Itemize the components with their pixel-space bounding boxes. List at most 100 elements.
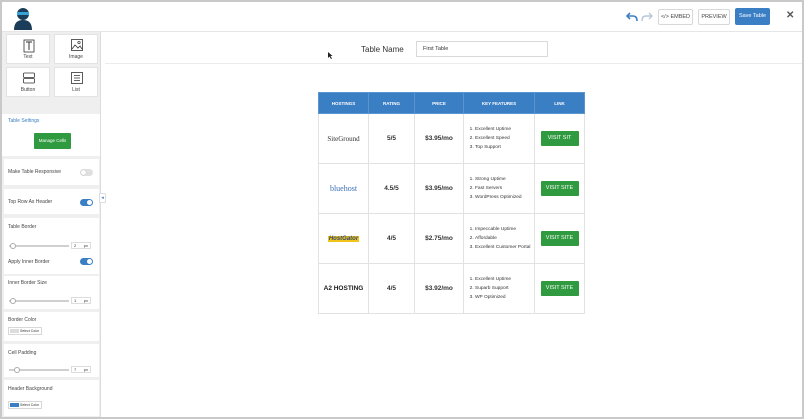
unit-label: px [83,367,88,372]
visit-site-button[interactable]: VISIT SITE [540,231,579,246]
collapse-sidebar-icon[interactable]: ◂ [99,193,106,203]
header-background-picker[interactable]: Select Color [8,401,42,409]
table-settings-tab[interactable]: Table Settings [8,118,39,124]
features-list: Strong Uptime Fast Servers WordPress Opt… [475,175,534,202]
inner-border-size-label: Inner Border Size [8,280,47,286]
cell-padding-input[interactable]: 7 px [71,366,91,373]
make-responsive-label: Make Table Responsive [8,169,61,175]
table-row: bluehost 4.5/5 $3.95/mo Strong Uptime Fa… [318,163,585,214]
border-color-picker[interactable]: Select Color [8,327,42,335]
cell-padding-value: 7 [74,367,77,372]
visit-site-button[interactable]: VISIT SIT [540,131,579,146]
close-icon[interactable]: ✕ [786,11,794,21]
bluehost-logo: bluehost [329,184,358,193]
button-icon [23,72,35,84]
rating-cell[interactable]: 4/5 [368,263,415,314]
unit-label: px [83,243,88,248]
widget-label: Image [69,54,83,60]
features-list: Impeccable Uptime Affordable Excellent C… [475,225,534,252]
widget-text[interactable]: Text [6,34,50,64]
inner-border-input[interactable]: 1 px [71,297,91,304]
logo-cell[interactable]: SiteGround [318,113,369,164]
a2hosting-logo: A2 HOSTING [323,285,364,292]
price-cell[interactable]: $2.75/mo [414,213,464,264]
widget-button[interactable]: Button [6,67,50,97]
header-cell[interactable]: LINK [534,92,585,114]
undo-icon[interactable] [626,11,638,23]
features-list: Excellent Uptime Excellent Speed Top Sup… [475,125,534,152]
header-cell[interactable]: PRICE [414,92,464,114]
list-item: Strong Uptime [475,175,534,184]
widget-palette: Text Image Button List [6,34,98,98]
redo-icon[interactable] [641,11,653,23]
widget-label: Text [23,54,33,60]
toggle-knob [87,200,92,205]
rating-cell[interactable]: 5/5 [368,113,415,164]
slider-thumb[interactable] [10,298,16,304]
manage-cells-button[interactable]: Manage Cells [34,133,71,149]
text-icon [23,39,35,53]
header-cell[interactable]: RATING [368,92,415,114]
select-color-label: Select Color [20,403,40,407]
embed-button[interactable]: </> EMBED [658,9,693,25]
apply-inner-border-toggle[interactable] [80,258,93,265]
widget-label: Button [20,87,36,93]
features-cell[interactable]: Excellent Uptime Excellent Speed Top Sup… [463,113,535,164]
list-icon [71,72,83,84]
link-cell: VISIT SITE [534,263,585,314]
list-item: Excellent Speed [475,134,534,143]
make-responsive-toggle[interactable] [80,169,93,176]
select-color-label: Select Color [20,329,40,333]
list-item: Impeccable Uptime [475,225,534,234]
widget-list[interactable]: List [54,67,98,97]
header-cell[interactable]: HOSTINGS [318,92,369,114]
widget-image[interactable]: Image [54,34,98,64]
table-border-slider[interactable] [9,245,69,247]
list-item: Top Support [475,143,534,152]
border-color-label: Border Color [8,317,37,323]
link-cell: VISIT SIT [534,113,585,164]
table-border-input[interactable]: 2 px [71,242,91,249]
price-cell[interactable]: $3.95/mo [414,113,464,164]
cell-padding-panel: Cell Padding 7 px [4,344,99,377]
editor-window: </> EMBED PREVIEW Save Table ✕ Text Imag… [2,2,802,417]
logo-cell[interactable]: bluehost [318,163,369,214]
logo-cell[interactable]: A2 HOSTING [318,263,369,314]
logo-cell[interactable]: HostGator [318,213,369,264]
inner-border-slider[interactable] [9,300,69,302]
features-list: Excellent Uptime Suparb Support WP Optim… [475,275,534,302]
visit-site-button[interactable]: VISIT SITE [540,181,579,196]
rating-cell[interactable]: 4/5 [368,213,415,264]
features-cell[interactable]: Impeccable Uptime Affordable Excellent C… [463,213,535,264]
rating-cell[interactable]: 4.5/5 [368,163,415,214]
hostgator-logo: HostGator [327,236,360,242]
price-cell[interactable]: $3.95/mo [414,163,464,214]
top-row-header-toggle[interactable] [80,199,93,206]
user-avatar-icon[interactable] [12,6,34,30]
slider-thumb[interactable] [10,243,16,249]
table-name-input[interactable]: First Table [416,41,548,57]
header-background-panel: Header Background Select Color [4,380,99,416]
list-item: Excellent Uptime [475,275,534,284]
table-settings-section: Table Settings Manage Cells [2,114,100,156]
list-item: Affordable [475,234,534,243]
table-border-label: Table Border [8,224,37,230]
table-header-row: HOSTINGS RATING PRICE KEY FEATURES LINK [318,92,585,114]
border-color-panel: Border Color Select Color [4,312,99,341]
pricing-table: HOSTINGS RATING PRICE KEY FEATURES LINK … [318,92,585,314]
features-cell[interactable]: Excellent Uptime Suparb Support WP Optim… [463,263,535,314]
header-background-swatch [10,403,19,407]
preview-button[interactable]: PREVIEW [698,9,730,25]
header-cell[interactable]: KEY FEATURES [463,92,535,114]
list-item: Excellent Uptime [475,125,534,134]
mouse-cursor-icon [328,52,333,59]
save-button[interactable]: Save Table [735,8,770,25]
list-item: WordPress Optimized [475,193,534,202]
link-cell: VISIT SITE [534,163,585,214]
table-row: HostGator 4/5 $2.75/mo Impeccable Uptime… [318,213,585,264]
price-cell[interactable]: $3.92/mo [414,263,464,314]
top-row-header-label: Top Row As Header [8,199,53,205]
features-cell[interactable]: Strong Uptime Fast Servers WordPress Opt… [463,163,535,214]
slider-thumb[interactable] [14,367,20,373]
visit-site-button[interactable]: VISIT SITE [540,281,579,296]
